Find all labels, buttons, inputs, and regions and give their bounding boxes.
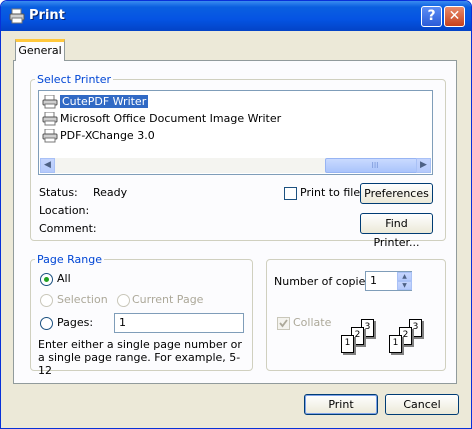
- pages-label[interactable]: Pages:: [57, 316, 93, 329]
- printer-item-pdfxchange[interactable]: PDF-XChange 3.0: [42, 128, 155, 144]
- page-range-help-text: Enter either a single page number or a s…: [38, 338, 242, 377]
- printer-icon: [42, 112, 58, 126]
- cancel-button[interactable]: Cancel: [385, 394, 459, 415]
- printer-list[interactable]: CutePDF Writer Microsoft Office Document…: [38, 90, 433, 175]
- spin-down-icon[interactable]: ▼: [397, 281, 412, 290]
- radio-dot: [44, 277, 49, 282]
- all-label[interactable]: All: [57, 272, 71, 285]
- find-printer-button[interactable]: Find Printer...: [360, 213, 433, 249]
- select-printer-legend: Select Printer: [37, 73, 112, 86]
- selection-label[interactable]: Selection: [57, 293, 108, 306]
- page-1-sheet: 1: [341, 335, 354, 353]
- printer-item-cutepdf[interactable]: CutePDF Writer: [42, 94, 149, 110]
- print-button[interactable]: Print: [304, 394, 378, 415]
- spin-up-icon[interactable]: ▲: [397, 272, 412, 281]
- window-title: Print: [29, 8, 65, 23]
- tab-general[interactable]: General: [15, 39, 65, 61]
- pages-radio[interactable]: [40, 317, 53, 330]
- printer-name: CutePDF Writer: [60, 95, 149, 108]
- scrollbar-thumb[interactable]: III: [325, 158, 425, 173]
- print-dialog: Print ? ✕ General Select Printer CutePDF…: [0, 0, 472, 429]
- horizontal-scrollbar[interactable]: ◀ III ▶: [40, 158, 431, 173]
- current-page-label[interactable]: Current Page: [132, 293, 203, 306]
- preferences-button[interactable]: Preferences: [360, 183, 433, 204]
- number-of-copies-label: Number of copies:: [274, 275, 375, 288]
- collate-label[interactable]: Collate: [293, 316, 331, 329]
- check-icon: [279, 319, 288, 328]
- printer-item-msoffice[interactable]: Microsoft Office Document Image Writer: [42, 111, 281, 127]
- scroll-left-icon[interactable]: ◀: [40, 158, 55, 173]
- page-range-legend: Page Range: [37, 253, 102, 266]
- collate-checkbox[interactable]: [277, 317, 290, 330]
- print-to-file-label[interactable]: Print to file: [300, 186, 360, 199]
- status-value: Ready: [93, 186, 128, 199]
- printer-icon: [42, 95, 58, 109]
- current-page-radio[interactable]: [117, 294, 130, 307]
- collate-illustration-set-2: 3 2 1: [389, 319, 439, 355]
- help-button[interactable]: ?: [421, 6, 442, 27]
- page-1-sheet: 1: [389, 335, 402, 353]
- comment-label: Comment:: [39, 222, 97, 235]
- printer-icon: [42, 129, 58, 143]
- collate-illustration-set-1: 3 2 1: [341, 319, 391, 355]
- all-radio[interactable]: [40, 273, 53, 286]
- location-label: Location:: [39, 204, 90, 217]
- close-button[interactable]: ✕: [444, 6, 465, 27]
- selection-radio[interactable]: [40, 294, 53, 307]
- title-bar[interactable]: Print ? ✕: [1, 1, 471, 31]
- printer-icon: [9, 8, 25, 24]
- pages-input[interactable]: 1: [114, 313, 244, 333]
- print-to-file-checkbox[interactable]: [284, 187, 297, 200]
- printer-name: PDF-XChange 3.0: [60, 129, 155, 142]
- printer-name: Microsoft Office Document Image Writer: [60, 112, 282, 125]
- status-label: Status:: [39, 186, 78, 199]
- scroll-right-icon[interactable]: ▶: [416, 158, 431, 173]
